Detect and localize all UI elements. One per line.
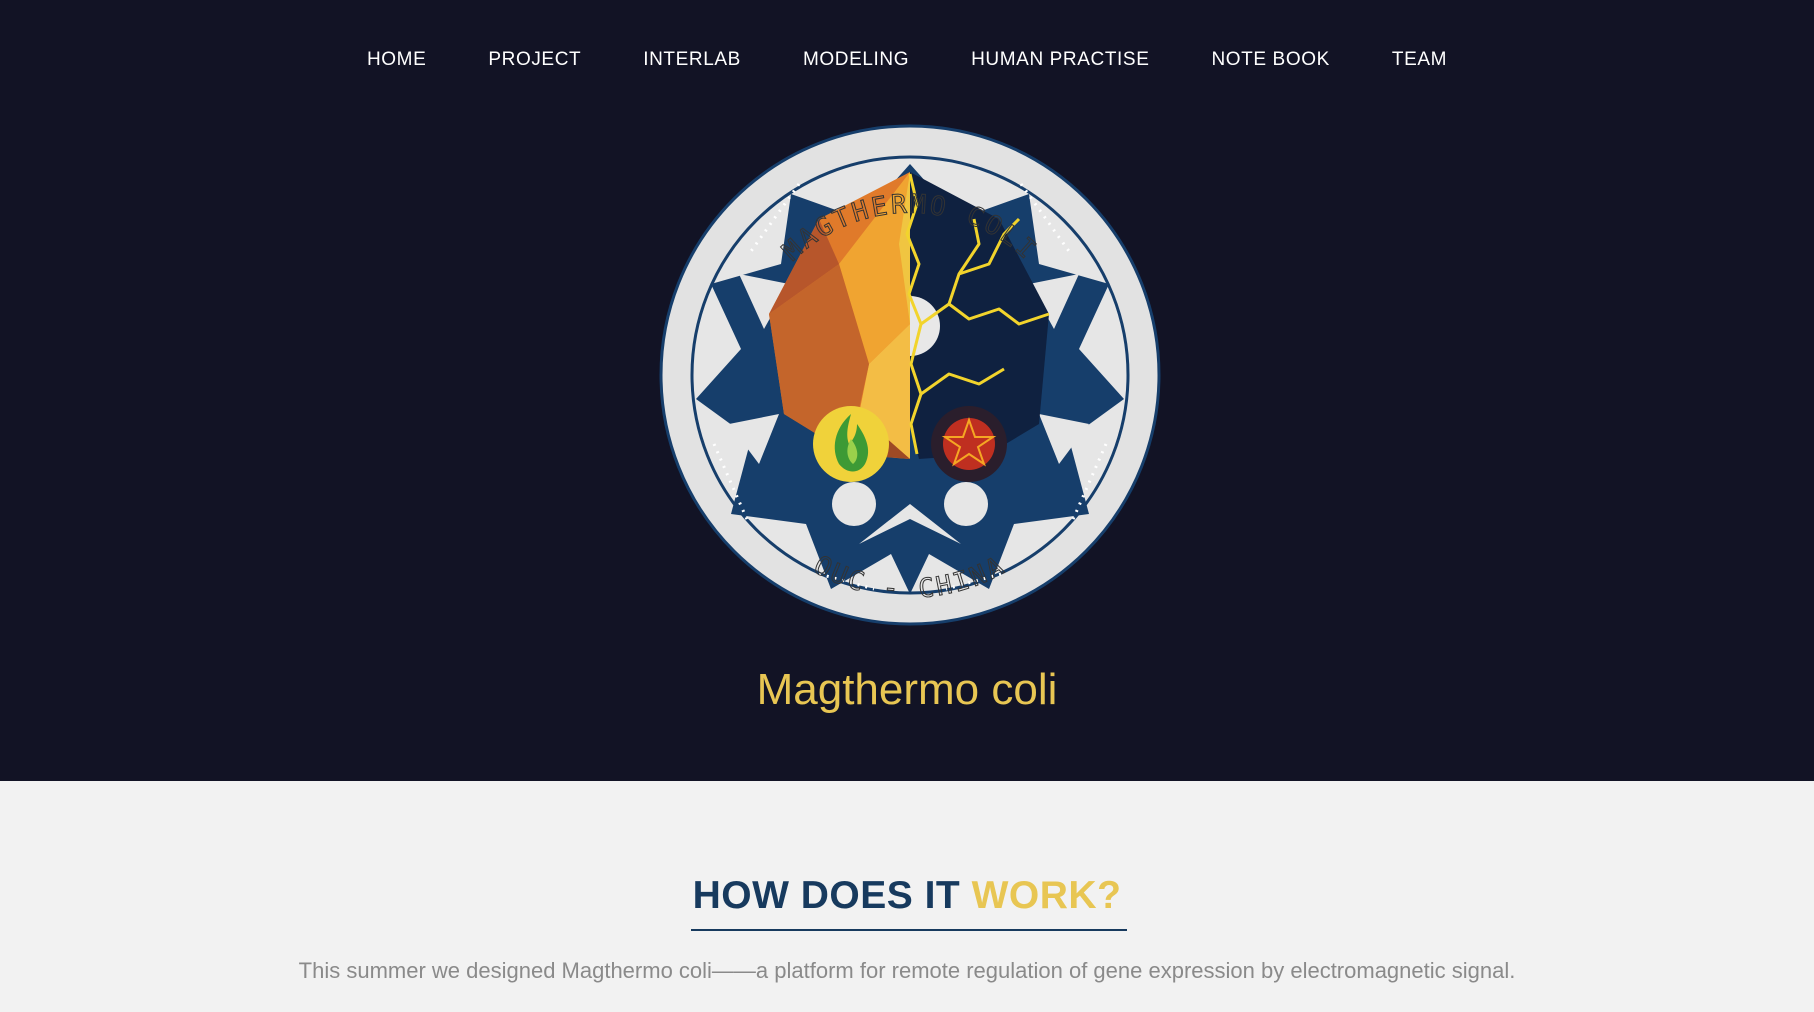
section-heading-part2: WORK? bbox=[971, 874, 1122, 917]
nav-interlab[interactable]: INTERLAB bbox=[612, 48, 772, 72]
section-heading: HOW DOES IT WORK? bbox=[0, 874, 1814, 918]
main-nav: HOME PROJECT INTERLAB MODELING HUMAN PRA… bbox=[0, 48, 1814, 72]
hero-section: HOME PROJECT INTERLAB MODELING HUMAN PRA… bbox=[0, 0, 1814, 781]
heading-underline bbox=[691, 929, 1127, 931]
nav-note-book[interactable]: NOTE BOOK bbox=[1180, 48, 1360, 72]
section-heading-part1: HOW DOES IT bbox=[692, 874, 972, 917]
nav-project[interactable]: PROJECT bbox=[457, 48, 612, 72]
magthermo-coli-logo-icon: MAGTHERMO COLI OUC - CHINA bbox=[659, 124, 1161, 626]
nav-human-practise[interactable]: HUMAN PRACTISE bbox=[940, 48, 1180, 72]
nav-home[interactable]: HOME bbox=[336, 48, 457, 72]
team-logo: MAGTHERMO COLI OUC - CHINA bbox=[659, 124, 1161, 626]
section-description: This summer we designed Magthermo coli——… bbox=[298, 958, 1516, 983]
hero-title: Magthermo coli bbox=[756, 665, 1058, 714]
nav-team[interactable]: TEAM bbox=[1361, 48, 1478, 72]
nav-modeling[interactable]: MODELING bbox=[772, 48, 940, 72]
